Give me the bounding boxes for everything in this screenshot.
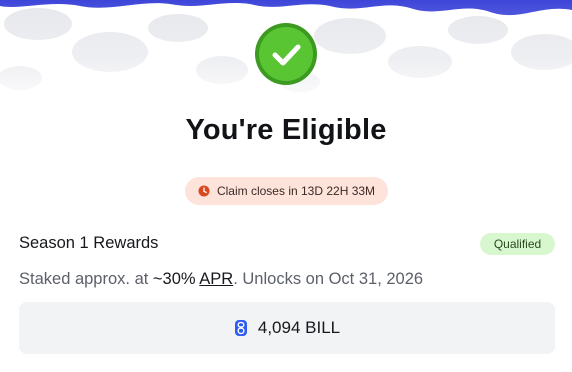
rewards-title: Season 1 Rewards: [19, 234, 159, 252]
success-check-icon: [254, 22, 318, 86]
apr-link[interactable]: APR: [199, 270, 233, 288]
rewards-description: Staked approx. at ~30% APR. Unlocks on O…: [19, 270, 423, 289]
claim-deadline-pill: Claim closes in 13D 22H 33M: [185, 177, 388, 205]
reward-amount-box: 4,094 BILL: [19, 302, 555, 354]
apr-value: ~30%: [152, 270, 196, 288]
eligibility-card: You're Eligible Claim closes in 13D 22H …: [0, 0, 572, 372]
bill-token-icon: [234, 320, 247, 336]
desc-suffix: . Unlocks on Oct 31, 2026: [233, 270, 424, 288]
page-title: You're Eligible: [185, 114, 387, 146]
status-badge: Qualified: [480, 233, 555, 255]
claim-deadline-text: Claim closes in 13D 22H 33M: [216, 184, 376, 198]
clock-icon: [198, 185, 210, 197]
reward-amount: 4,094 BILL: [257, 318, 341, 337]
desc-prefix: Staked approx. at: [19, 270, 153, 288]
